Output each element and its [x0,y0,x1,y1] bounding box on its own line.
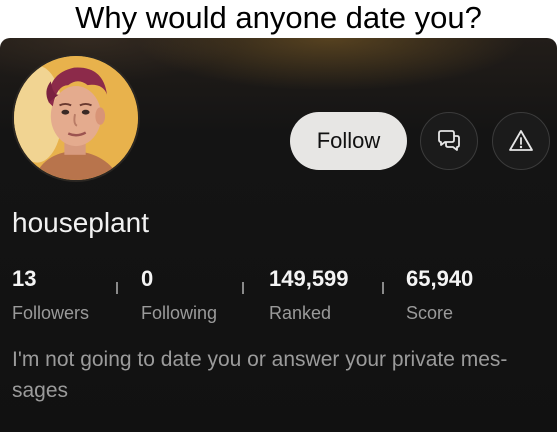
avatar[interactable] [12,54,140,182]
stat-followers[interactable]: 13 Followers [12,266,89,324]
profile-card: Follow houseplant 13 Followers 0 Followi… [0,38,557,432]
report-button[interactable] [492,112,550,170]
stat-divider [242,282,244,294]
stat-following[interactable]: 0 Following [141,266,217,324]
stat-label: Score [406,303,454,323]
profile-photo-icon [14,56,138,180]
stat-ranked: 149,599 Ranked [269,266,349,324]
stat-divider [382,282,384,294]
stat-score: 65,940 Score [406,266,473,324]
stat-label: Followers [12,303,90,323]
follow-button[interactable]: Follow [290,112,407,170]
stat-value: 13 [12,266,37,291]
stat-value: 0 [141,266,154,291]
stat-label: Following [141,303,218,323]
stat-label: Ranked [269,303,332,323]
message-button[interactable] [420,112,478,170]
warning-icon [509,130,533,151]
stat-value: 149,599 [269,266,349,291]
meme-caption: Why would anyone date you? [0,0,557,38]
username: houseplant [12,207,150,238]
stat-divider [116,282,118,294]
profile-bio: I'm not going to date you or answer your… [12,348,508,402]
message-icon [438,130,460,151]
stat-value: 65,940 [406,266,474,291]
